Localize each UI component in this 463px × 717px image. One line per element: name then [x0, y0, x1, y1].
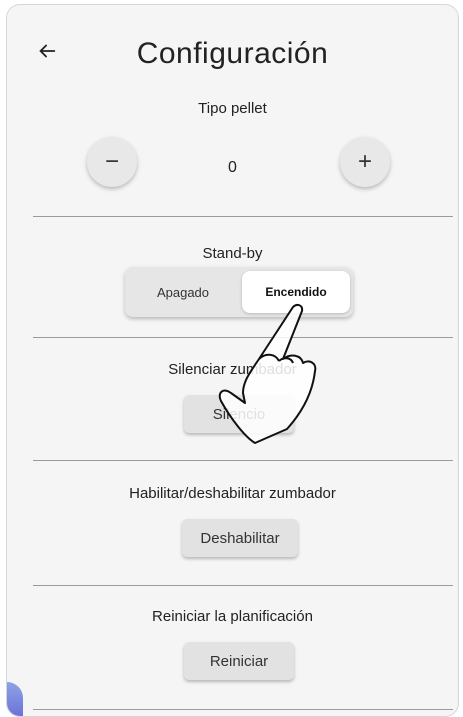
silence-buzzer-label: Silenciar zumbador — [168, 361, 297, 378]
standby-toggle[interactable]: Apagado Encendido — [125, 267, 353, 317]
divider — [33, 709, 453, 710]
standby-option-encendido[interactable]: Encendido — [242, 271, 350, 313]
divider — [33, 337, 453, 338]
divider — [33, 216, 453, 217]
reset-button[interactable]: Reiniciar — [184, 642, 294, 680]
pellet-type-label: Tipo pellet — [198, 100, 267, 117]
page-title: Configuración — [136, 37, 329, 70]
buzzer-toggle-label: Habilitar/deshabilitar zumbador — [129, 485, 336, 502]
silence-button[interactable]: Silencio — [184, 395, 294, 433]
plus-icon: + — [357, 148, 372, 175]
disable-buzzer-button[interactable]: Deshabilitar — [182, 519, 298, 557]
pellet-value: 0 — [228, 159, 237, 176]
app-frame: Configuración Tipo pellet − 0 + Stand-by… — [6, 4, 459, 717]
standby-option-apagado[interactable]: Apagado — [125, 267, 241, 317]
reset-schedule-label: Reiniciar la planificación — [152, 608, 313, 625]
divider — [33, 585, 453, 586]
standby-label: Stand-by — [202, 245, 263, 262]
divider — [33, 460, 453, 461]
increment-button[interactable]: + — [340, 137, 390, 187]
corner-accent — [7, 682, 23, 716]
